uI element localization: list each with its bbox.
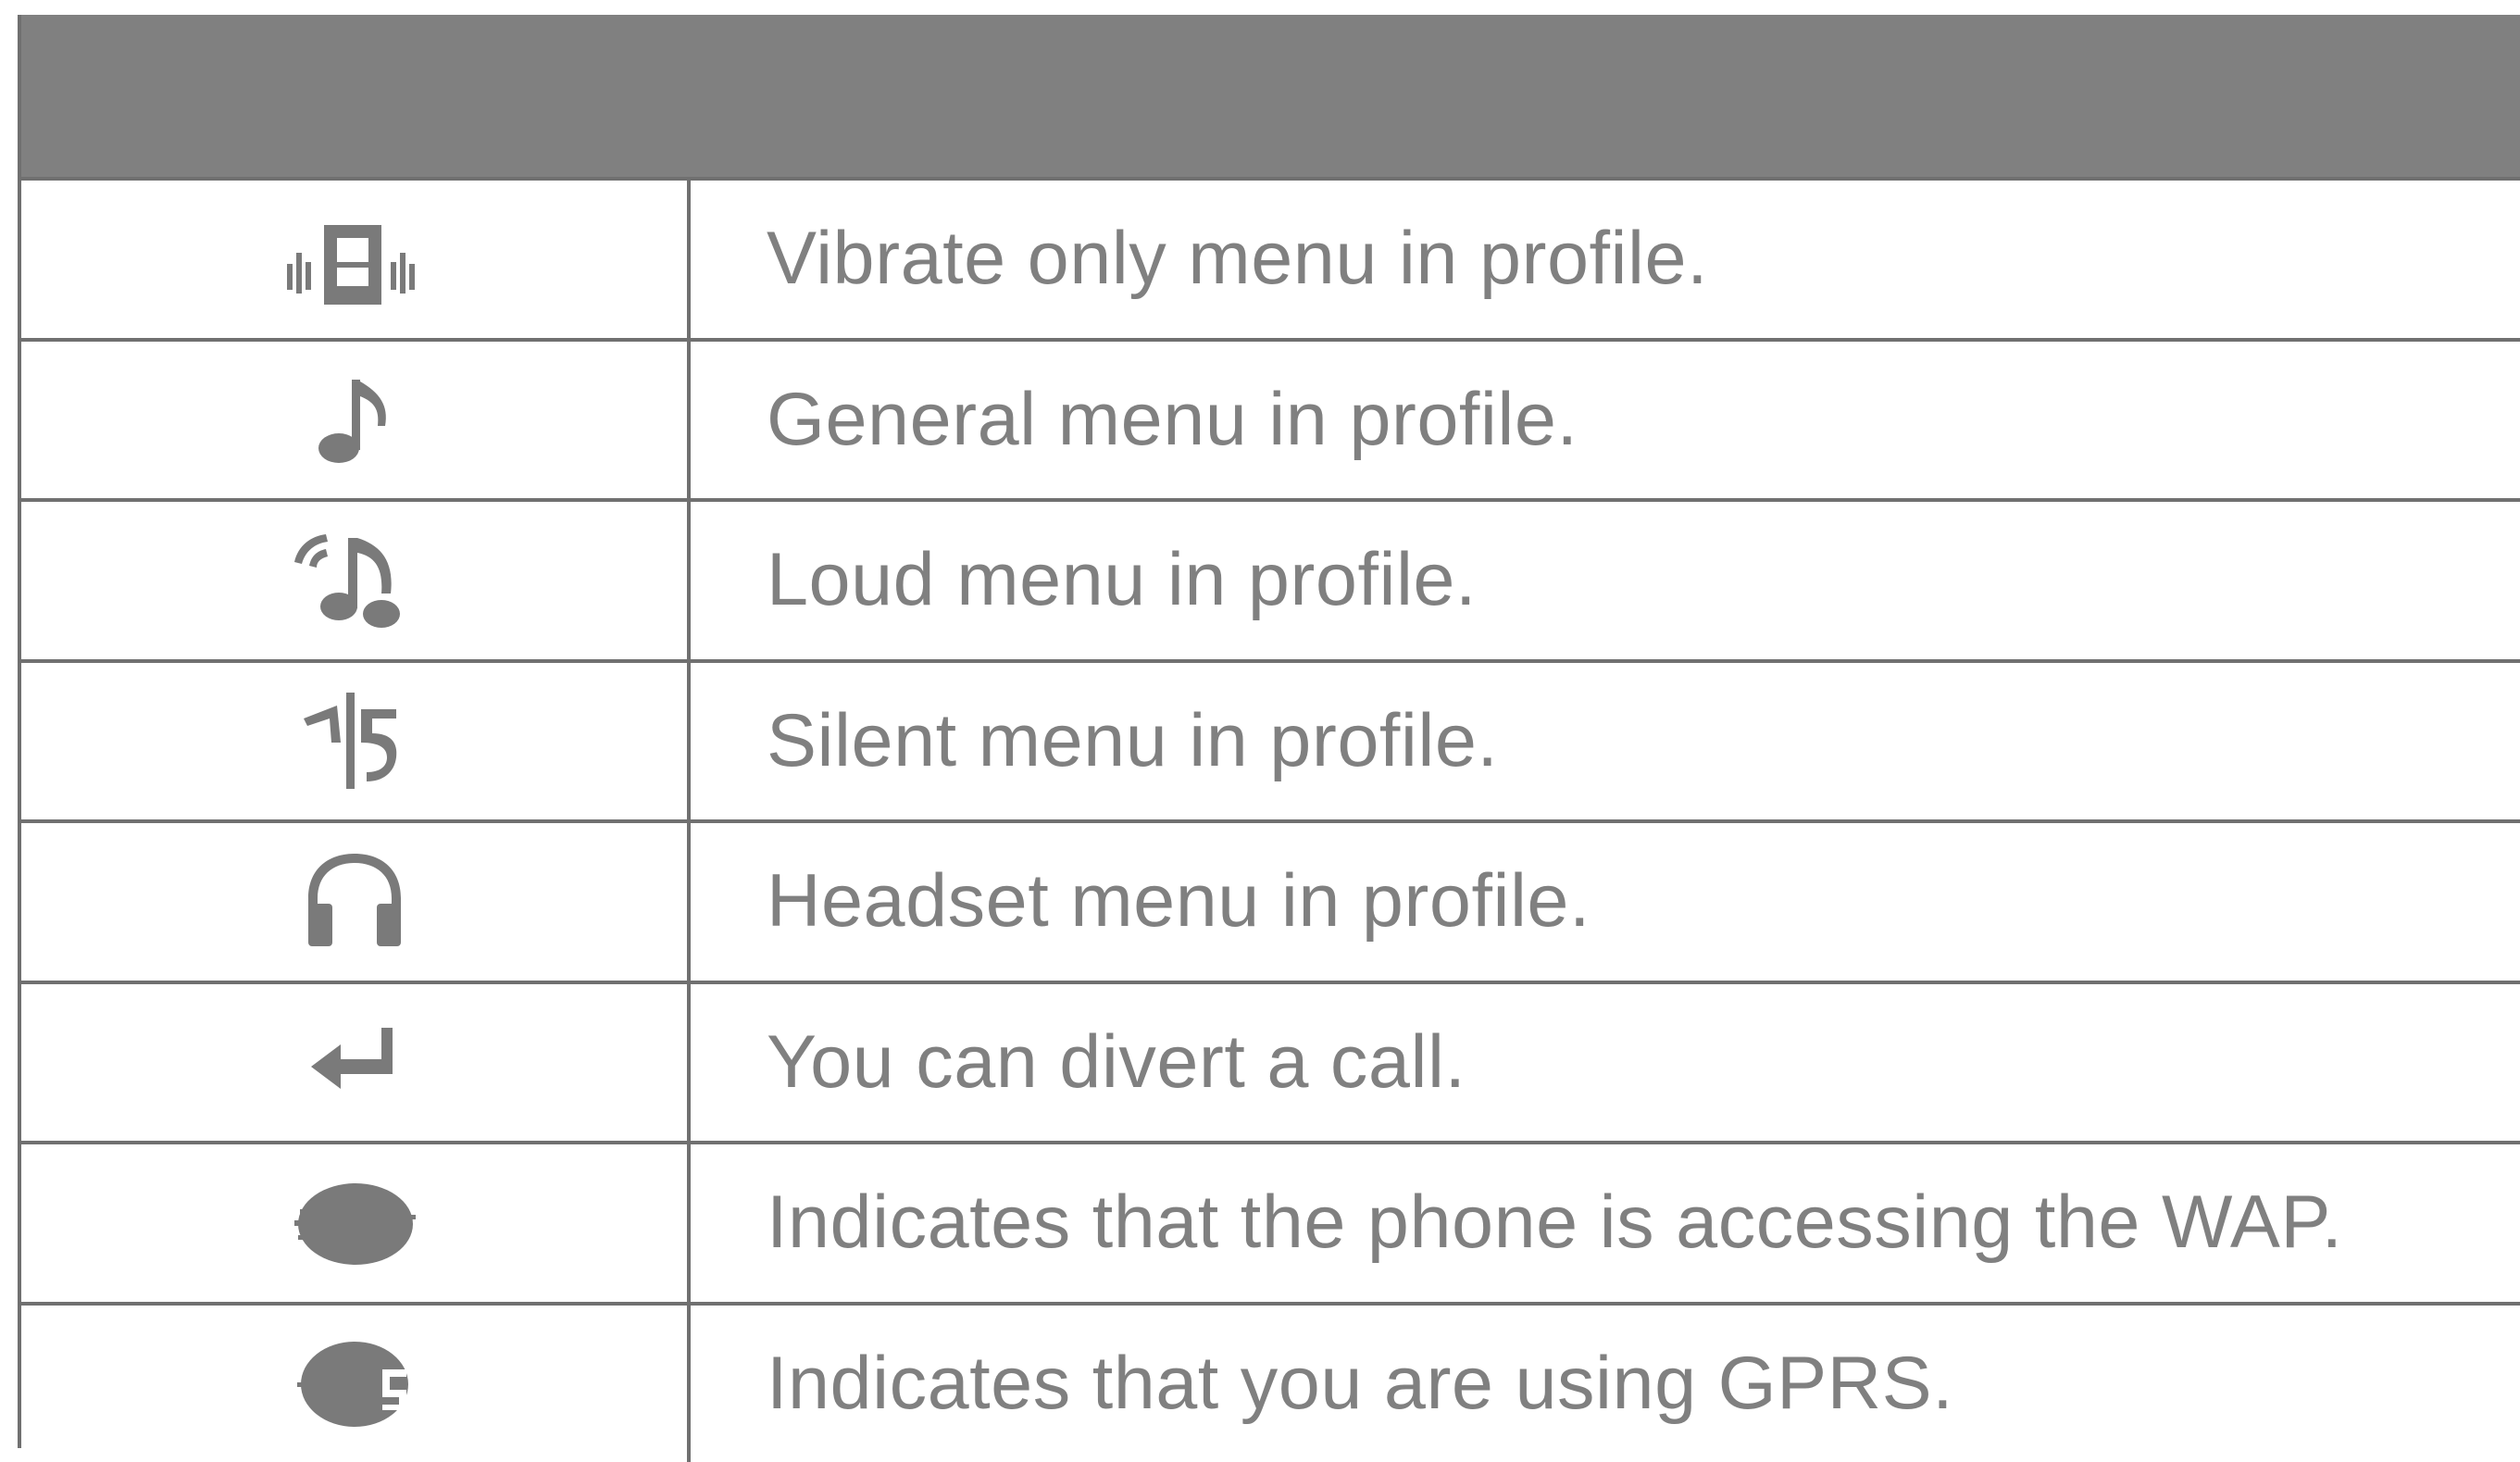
gprs-icon: [290, 1332, 419, 1434]
table-header: [21, 15, 2520, 177]
table-row: You can divert a call.: [21, 981, 2520, 1142]
table-row: General menu in profile.: [21, 338, 2520, 499]
icon-cell: [21, 502, 691, 659]
silent-icon: [294, 685, 415, 796]
table-row: Indicates that the phone is accessing th…: [21, 1141, 2520, 1302]
loud-icon: [285, 525, 424, 636]
icon-cell: [21, 663, 691, 820]
row-description: You can divert a call.: [691, 984, 2520, 1142]
divert-call-icon: [304, 1020, 405, 1104]
headset-icon: [299, 846, 410, 957]
icon-legend-table: Vibrate only menu in profile. General me…: [18, 15, 2520, 1448]
icon-cell: [21, 823, 691, 981]
vibrate-icon: [276, 208, 433, 310]
icon-cell: [21, 984, 691, 1142]
icon-cell: [21, 1306, 691, 1462]
wap-icon: [285, 1172, 424, 1274]
row-description: General menu in profile.: [691, 342, 2520, 499]
table-row: Headset menu in profile.: [21, 819, 2520, 981]
table-row: Silent menu in profile.: [21, 659, 2520, 820]
row-description: Headset menu in profile.: [691, 823, 2520, 981]
music-note-icon: [304, 369, 405, 470]
icon-cell: [21, 1144, 691, 1302]
table-row: Loud menu in profile.: [21, 498, 2520, 659]
icon-cell: [21, 181, 691, 338]
table-row: Vibrate only menu in profile.: [21, 177, 2520, 338]
row-description: Vibrate only menu in profile.: [691, 181, 2520, 338]
row-description: Silent menu in profile.: [691, 663, 2520, 820]
row-description: Loud menu in profile.: [691, 502, 2520, 659]
row-description: Indicates that the phone is accessing th…: [691, 1144, 2520, 1302]
icon-cell: [21, 342, 691, 499]
table-row: Indicates that you are using GPRS.: [21, 1302, 2520, 1462]
row-description: Indicates that you are using GPRS.: [691, 1306, 2520, 1462]
